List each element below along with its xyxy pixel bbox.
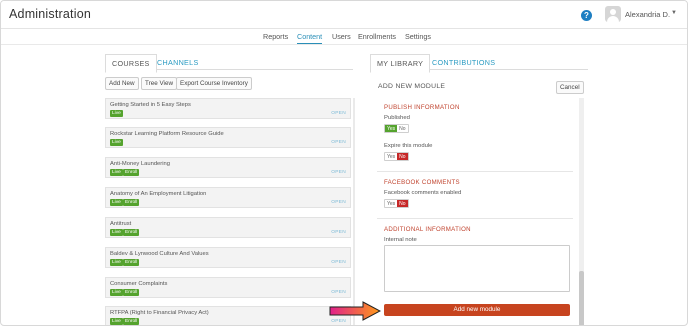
section-divider <box>377 218 573 219</box>
enroll-badge: Enroll <box>123 289 140 296</box>
course-row[interactable]: Baldev & Lynwood Culture And Values Live… <box>105 247 351 268</box>
live-badge: Live <box>110 318 123 325</box>
live-badge: Live <box>110 169 123 176</box>
nav-item-enrollments[interactable]: Enrollments <box>358 32 396 41</box>
tab-my-library[interactable]: MY LIBRARY <box>370 54 431 73</box>
internal-note-textarea[interactable] <box>384 245 570 292</box>
cancel-button[interactable]: Cancel <box>556 81 584 94</box>
tab-courses[interactable]: COURSES <box>105 54 157 73</box>
course-row[interactable]: Consumer Complaints Live Enroll OPEN <box>105 277 351 298</box>
export-course-inventory-button[interactable]: Export Course Inventory <box>176 77 252 90</box>
toggle-no[interactable]: No <box>397 200 408 207</box>
help-icon[interactable]: ? <box>581 10 592 21</box>
toggle-yes[interactable]: Yes <box>385 125 398 132</box>
course-title: Baldev & Lynwood Culture And Values <box>110 251 209 257</box>
course-list-scrollbar[interactable] <box>353 98 355 325</box>
tab-channels[interactable]: CHANNELS <box>151 54 205 71</box>
enroll-badge: Enroll <box>123 229 140 236</box>
tab-contributions[interactable]: CONTRIBUTIONS <box>426 54 501 71</box>
add-new-button[interactable]: Add New <box>105 77 139 90</box>
nav-item-users[interactable]: Users <box>332 32 351 41</box>
live-badge: Live <box>110 229 123 236</box>
open-link[interactable]: OPEN <box>331 230 346 235</box>
enroll-badge: Enroll <box>123 199 140 206</box>
course-title: RTFPA (Right to Financial Privacy Act) <box>110 310 209 316</box>
toggle-yes[interactable]: Yes <box>385 200 398 207</box>
publish-information-title: PUBLISH INFORMATION <box>384 104 460 111</box>
course-title: Antitrust <box>110 221 132 227</box>
course-title: Anti-Money Laundering <box>110 161 170 167</box>
form-scrollbar-thumb[interactable] <box>579 271 584 325</box>
toggle-yes[interactable]: Yes <box>385 153 398 160</box>
open-link[interactable]: OPEN <box>331 290 346 295</box>
facebook-comments-title: FACEBOOK COMMENTS <box>384 179 460 186</box>
course-title: Consumer Complaints <box>110 281 168 287</box>
open-link[interactable]: OPEN <box>331 140 346 145</box>
facebook-comments-toggle[interactable]: Yes No <box>384 199 409 208</box>
course-row[interactable]: Getting Started in 5 Easy Steps Live OPE… <box>105 98 351 119</box>
additional-information-title: ADDITIONAL INFORMATION <box>384 226 471 233</box>
section-divider <box>377 171 573 172</box>
course-title: Getting Started in 5 Easy Steps <box>110 102 191 108</box>
toggle-no[interactable]: No <box>397 125 408 132</box>
live-badge: Live <box>110 110 123 117</box>
main-nav: Reports Content Users Enrollments Settin… <box>1 29 687 45</box>
open-link[interactable]: OPEN <box>331 111 346 116</box>
add-new-module-button[interactable]: Add new module <box>384 304 570 316</box>
enroll-badge: Enroll <box>123 318 140 325</box>
add-new-module-heading: ADD NEW MODULE <box>378 83 446 90</box>
published-toggle[interactable]: Yes No <box>384 124 409 133</box>
top-bar: Administration ? Alexandria D. ▼ <box>1 1 687 29</box>
expire-toggle[interactable]: Yes No <box>384 152 409 161</box>
live-badge: Live <box>110 199 123 206</box>
course-row[interactable]: Antitrust Live Enroll OPEN <box>105 217 351 238</box>
chevron-down-icon[interactable]: ▼ <box>671 10 677 16</box>
course-row[interactable]: Rockstar Learning Platform Resource Guid… <box>105 127 351 148</box>
nav-item-settings[interactable]: Settings <box>405 32 431 41</box>
open-link[interactable]: OPEN <box>331 200 346 205</box>
course-row[interactable]: RTFPA (Right to Financial Privacy Act) L… <box>105 306 351 325</box>
facebook-comments-label: Facebook comments enabled <box>384 190 462 196</box>
open-link[interactable]: OPEN <box>331 170 346 175</box>
live-badge: Live <box>110 289 123 296</box>
nav-item-content[interactable]: Content <box>297 32 323 44</box>
expire-module-label: Expire this module <box>384 143 433 149</box>
live-badge: Live <box>110 139 123 146</box>
open-link[interactable]: OPEN <box>331 260 346 265</box>
app-window: Administration ? Alexandria D. ▼ Reports… <box>0 0 688 326</box>
internal-note-label: Internal note <box>384 237 417 243</box>
live-badge: Live <box>110 259 123 266</box>
course-row[interactable]: Anatomy of An Employment Litigation Live… <box>105 187 351 208</box>
user-name[interactable]: Alexandria D. <box>625 10 670 19</box>
toggle-no[interactable]: No <box>397 153 408 160</box>
pointer-arrow-icon <box>329 301 381 321</box>
enroll-badge: Enroll <box>123 259 140 266</box>
course-title: Rockstar Learning Platform Resource Guid… <box>110 131 224 137</box>
course-title: Anatomy of An Employment Litigation <box>110 191 207 197</box>
enroll-badge: Enroll <box>123 169 140 176</box>
tree-view-button[interactable]: Tree View <box>141 77 177 90</box>
course-row[interactable]: Anti-Money Laundering Live Enroll OPEN <box>105 157 351 178</box>
published-label: Published <box>384 115 410 121</box>
nav-item-reports[interactable]: Reports <box>263 32 288 41</box>
avatar[interactable] <box>605 6 621 22</box>
app-title: Administration <box>9 7 91 21</box>
